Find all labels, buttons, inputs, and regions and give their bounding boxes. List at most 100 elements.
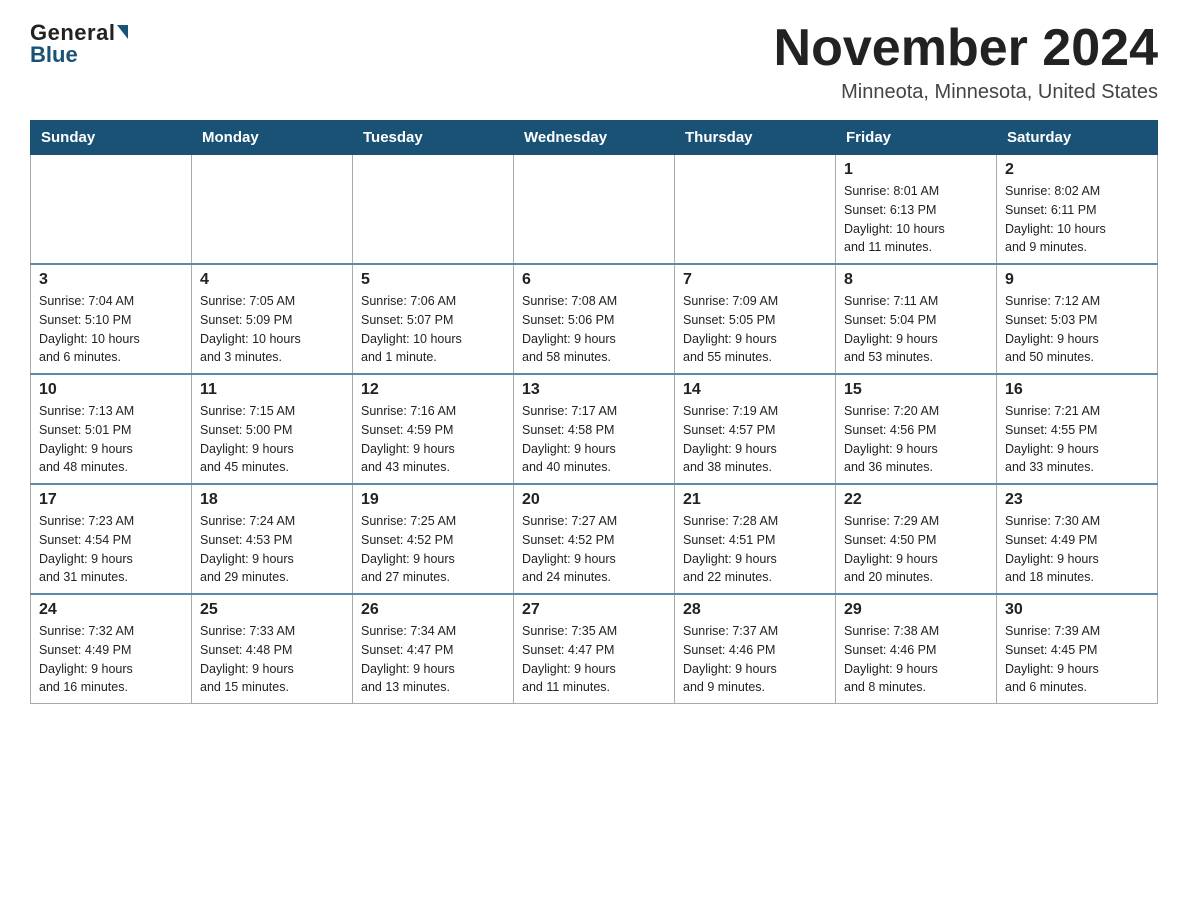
day-number: 28	[683, 601, 827, 619]
day-info: Sunrise: 7:20 AM Sunset: 4:56 PM Dayligh…	[844, 402, 988, 477]
day-info: Sunrise: 7:19 AM Sunset: 4:57 PM Dayligh…	[683, 402, 827, 477]
calendar-cell: 12 Sunrise: 7:16 AM Sunset: 4:59 PM Dayli…	[353, 374, 514, 484]
day-info: Sunrise: 7:30 AM Sunset: 4:49 PM Dayligh…	[1005, 512, 1149, 587]
day-number: 29	[844, 601, 988, 619]
calendar-cell: 18 Sunrise: 7:24 AM Sunset: 4:53 PM Dayli…	[192, 484, 353, 594]
day-number: 9	[1005, 271, 1149, 289]
calendar-cell	[675, 155, 836, 265]
day-info: Sunrise: 7:28 AM Sunset: 4:51 PM Dayligh…	[683, 512, 827, 587]
day-number: 7	[683, 271, 827, 289]
day-of-week-header: Friday	[836, 121, 997, 155]
calendar-cell: 13 Sunrise: 7:17 AM Sunset: 4:58 PM Dayli…	[514, 374, 675, 484]
day-number: 17	[39, 491, 183, 509]
day-number: 24	[39, 601, 183, 619]
day-info: Sunrise: 7:06 AM Sunset: 5:07 PM Dayligh…	[361, 292, 505, 367]
day-number: 5	[361, 271, 505, 289]
calendar-cell: 27 Sunrise: 7:35 AM Sunset: 4:47 PM Dayli…	[514, 594, 675, 704]
day-number: 25	[200, 601, 344, 619]
day-number: 6	[522, 271, 666, 289]
day-info: Sunrise: 7:11 AM Sunset: 5:04 PM Dayligh…	[844, 292, 988, 367]
logo-bottom: Blue	[30, 42, 78, 68]
day-info: Sunrise: 7:24 AM Sunset: 4:53 PM Dayligh…	[200, 512, 344, 587]
calendar-cell: 1Sunrise: 8:01 AM Sunset: 6:13 PM Daylig…	[836, 155, 997, 265]
page-header: General Blue November 2024 Minneota, Min…	[30, 20, 1158, 104]
day-of-week-header: Thursday	[675, 121, 836, 155]
day-number: 14	[683, 381, 827, 399]
calendar-cell: 8 Sunrise: 7:11 AM Sunset: 5:04 PM Daylig…	[836, 264, 997, 374]
day-number: 22	[844, 491, 988, 509]
day-info: Sunrise: 7:08 AM Sunset: 5:06 PM Dayligh…	[522, 292, 666, 367]
calendar-cell: 16Sunrise: 7:21 AM Sunset: 4:55 PM Dayli…	[997, 374, 1158, 484]
day-info: Sunrise: 7:38 AM Sunset: 4:46 PM Dayligh…	[844, 622, 988, 697]
calendar-cell: 5 Sunrise: 7:06 AM Sunset: 5:07 PM Daylig…	[353, 264, 514, 374]
day-info: Sunrise: 7:16 AM Sunset: 4:59 PM Dayligh…	[361, 402, 505, 477]
day-of-week-header: Sunday	[31, 121, 192, 155]
calendar-cell: 29 Sunrise: 7:38 AM Sunset: 4:46 PM Dayli…	[836, 594, 997, 704]
calendar-table: SundayMondayTuesdayWednesdayThursdayFrid…	[30, 120, 1158, 704]
calendar-cell	[192, 155, 353, 265]
calendar-week-row: 10 Sunrise: 7:13 AM Sunset: 5:01 PM Dayli…	[31, 374, 1158, 484]
calendar-cell: 20 Sunrise: 7:27 AM Sunset: 4:52 PM Dayli…	[514, 484, 675, 594]
calendar-cell: 26 Sunrise: 7:34 AM Sunset: 4:47 PM Dayli…	[353, 594, 514, 704]
day-info: Sunrise: 7:35 AM Sunset: 4:47 PM Dayligh…	[522, 622, 666, 697]
day-of-week-header: Monday	[192, 121, 353, 155]
calendar-cell: 30 Sunrise: 7:39 AM Sunset: 4:45 PM Dayli…	[997, 594, 1158, 704]
calendar-week-row: 24Sunrise: 7:32 AM Sunset: 4:49 PM Dayli…	[31, 594, 1158, 704]
day-number: 3	[39, 271, 183, 289]
calendar-cell: 2 Sunrise: 8:02 AM Sunset: 6:11 PM Daylig…	[997, 155, 1158, 265]
day-number: 11	[200, 381, 344, 399]
day-info: Sunrise: 7:12 AM Sunset: 5:03 PM Dayligh…	[1005, 292, 1149, 367]
calendar-cell: 21Sunrise: 7:28 AM Sunset: 4:51 PM Dayli…	[675, 484, 836, 594]
day-info: Sunrise: 7:17 AM Sunset: 4:58 PM Dayligh…	[522, 402, 666, 477]
calendar-cell: 10 Sunrise: 7:13 AM Sunset: 5:01 PM Dayli…	[31, 374, 192, 484]
day-number: 12	[361, 381, 505, 399]
day-info: Sunrise: 7:29 AM Sunset: 4:50 PM Dayligh…	[844, 512, 988, 587]
calendar-cell: 7 Sunrise: 7:09 AM Sunset: 5:05 PM Daylig…	[675, 264, 836, 374]
calendar-cell: 17 Sunrise: 7:23 AM Sunset: 4:54 PM Dayli…	[31, 484, 192, 594]
calendar-cell: 24Sunrise: 7:32 AM Sunset: 4:49 PM Dayli…	[31, 594, 192, 704]
day-info: Sunrise: 7:39 AM Sunset: 4:45 PM Dayligh…	[1005, 622, 1149, 697]
calendar-cell: 11 Sunrise: 7:15 AM Sunset: 5:00 PM Dayli…	[192, 374, 353, 484]
day-of-week-header: Saturday	[997, 121, 1158, 155]
day-number: 30	[1005, 601, 1149, 619]
calendar-cell: 19Sunrise: 7:25 AM Sunset: 4:52 PM Dayli…	[353, 484, 514, 594]
day-of-week-header: Wednesday	[514, 121, 675, 155]
calendar-cell: 3 Sunrise: 7:04 AM Sunset: 5:10 PM Daylig…	[31, 264, 192, 374]
day-number: 10	[39, 381, 183, 399]
title-block: November 2024 Minneota, Minnesota, Unite…	[774, 20, 1158, 104]
day-info: Sunrise: 8:02 AM Sunset: 6:11 PM Dayligh…	[1005, 182, 1149, 257]
day-number: 15	[844, 381, 988, 399]
day-number: 13	[522, 381, 666, 399]
day-info: Sunrise: 7:13 AM Sunset: 5:01 PM Dayligh…	[39, 402, 183, 477]
day-number: 27	[522, 601, 666, 619]
day-info: Sunrise: 7:37 AM Sunset: 4:46 PM Dayligh…	[683, 622, 827, 697]
day-number: 19	[361, 491, 505, 509]
calendar-week-row: 1Sunrise: 8:01 AM Sunset: 6:13 PM Daylig…	[31, 155, 1158, 265]
day-number: 20	[522, 491, 666, 509]
calendar-cell: 14 Sunrise: 7:19 AM Sunset: 4:57 PM Dayli…	[675, 374, 836, 484]
calendar-cell: 23 Sunrise: 7:30 AM Sunset: 4:49 PM Dayli…	[997, 484, 1158, 594]
day-info: Sunrise: 7:21 AM Sunset: 4:55 PM Dayligh…	[1005, 402, 1149, 477]
logo: General Blue	[30, 20, 128, 68]
calendar-cell: 6 Sunrise: 7:08 AM Sunset: 5:06 PM Daylig…	[514, 264, 675, 374]
calendar-cell: 15 Sunrise: 7:20 AM Sunset: 4:56 PM Dayli…	[836, 374, 997, 484]
day-info: Sunrise: 7:27 AM Sunset: 4:52 PM Dayligh…	[522, 512, 666, 587]
calendar-cell	[31, 155, 192, 265]
calendar-cell: 22 Sunrise: 7:29 AM Sunset: 4:50 PM Dayli…	[836, 484, 997, 594]
calendar-cell	[514, 155, 675, 265]
day-number: 8	[844, 271, 988, 289]
day-info: Sunrise: 7:04 AM Sunset: 5:10 PM Dayligh…	[39, 292, 183, 367]
calendar-cell: 4Sunrise: 7:05 AM Sunset: 5:09 PM Daylig…	[192, 264, 353, 374]
day-number: 23	[1005, 491, 1149, 509]
day-number: 26	[361, 601, 505, 619]
month-title: November 2024	[774, 20, 1158, 77]
day-info: Sunrise: 7:34 AM Sunset: 4:47 PM Dayligh…	[361, 622, 505, 697]
calendar-cell: 9 Sunrise: 7:12 AM Sunset: 5:03 PM Daylig…	[997, 264, 1158, 374]
day-info: Sunrise: 7:15 AM Sunset: 5:00 PM Dayligh…	[200, 402, 344, 477]
day-number: 2	[1005, 161, 1149, 179]
day-info: Sunrise: 7:23 AM Sunset: 4:54 PM Dayligh…	[39, 512, 183, 587]
day-info: Sunrise: 7:09 AM Sunset: 5:05 PM Dayligh…	[683, 292, 827, 367]
calendar-week-row: 17 Sunrise: 7:23 AM Sunset: 4:54 PM Dayli…	[31, 484, 1158, 594]
day-number: 18	[200, 491, 344, 509]
logo-arrow-icon	[117, 25, 128, 39]
